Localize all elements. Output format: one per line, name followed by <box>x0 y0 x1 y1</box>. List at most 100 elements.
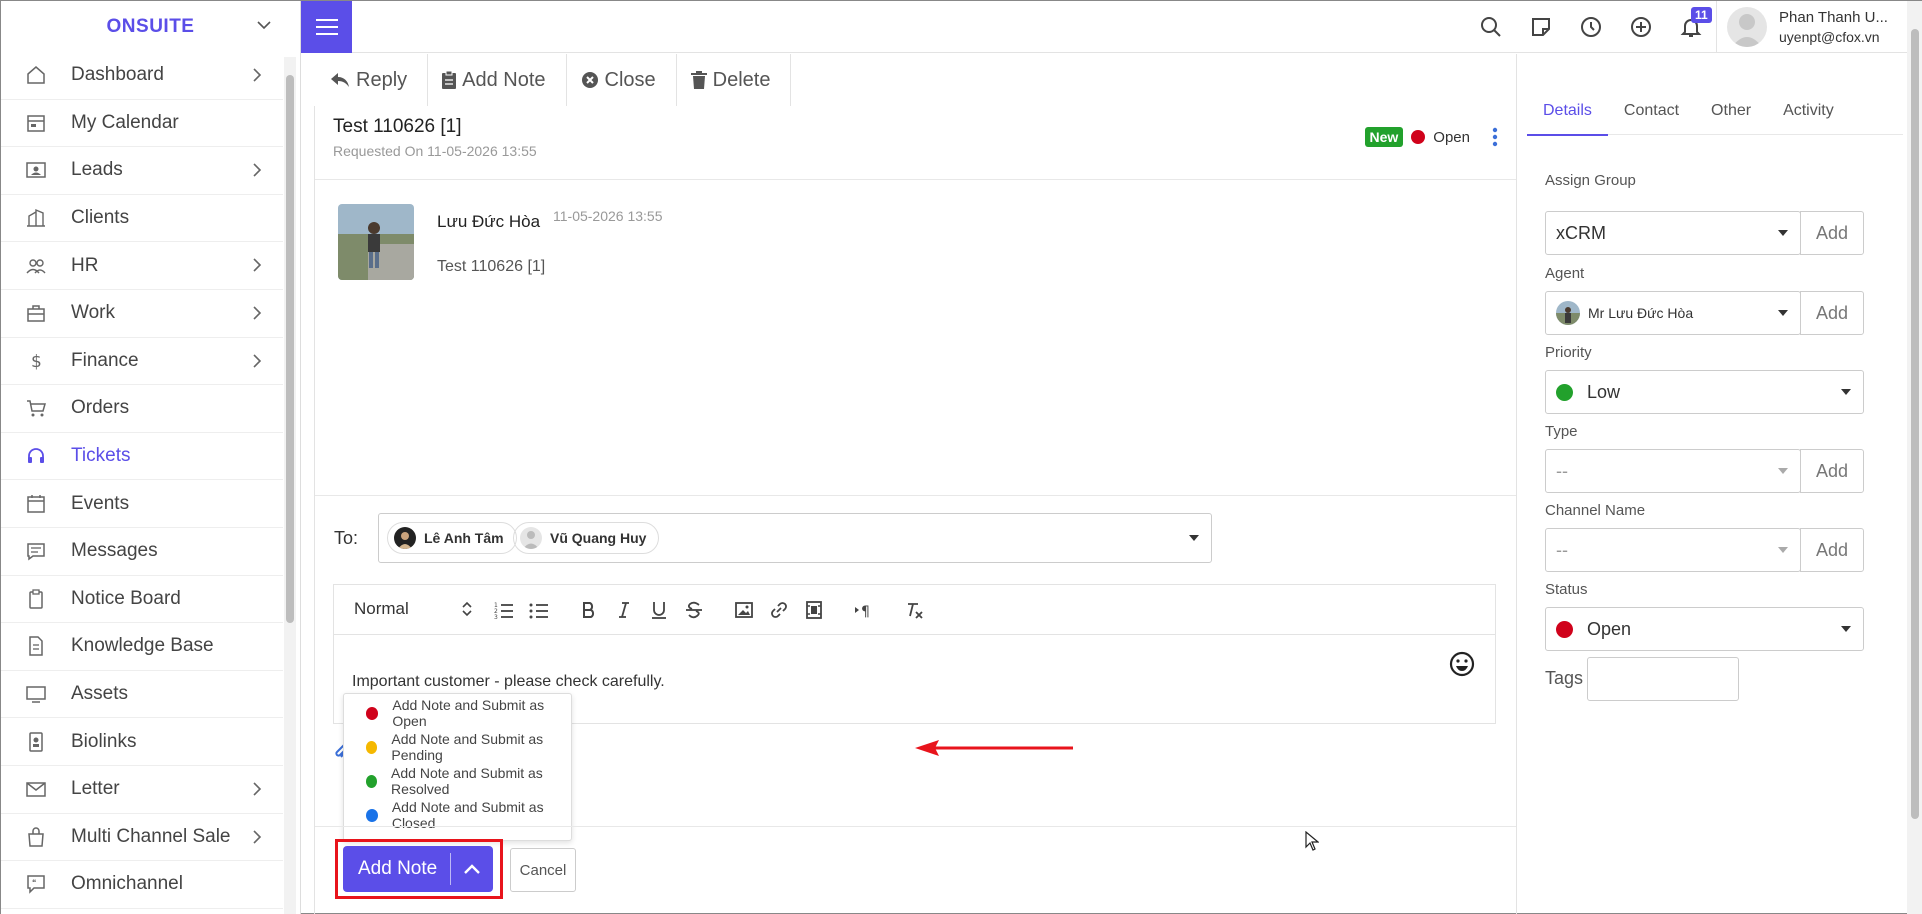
channel-name-select[interactable]: -- <box>1545 528 1801 572</box>
tab-details[interactable]: Details <box>1527 102 1608 136</box>
add-note-split-button[interactable]: Add Note <box>343 846 493 892</box>
add-note-toolbar-button[interactable]: Add Note <box>428 54 567 106</box>
sidebar-item-clients[interactable]: Clients <box>1 195 283 243</box>
video-icon[interactable] <box>804 600 824 620</box>
priority-select[interactable]: Low <box>1545 370 1864 414</box>
message-body: Test 110626 [1] <box>437 258 546 275</box>
add-agent-button[interactable]: Add <box>1800 291 1864 335</box>
add-note-submit-button[interactable]: Add Note <box>358 858 450 880</box>
status-dot-resolved <box>366 774 378 788</box>
reply-button[interactable]: Reply <box>316 54 429 106</box>
sort-caret-icon[interactable] <box>462 601 472 617</box>
cancel-button[interactable]: Cancel <box>510 848 576 892</box>
sidebar-scrollbar[interactable] <box>284 57 296 914</box>
link-icon[interactable] <box>769 600 789 620</box>
recipient-chip[interactable]: Lê Anh Tâm <box>387 522 517 554</box>
menu-toggle-button[interactable] <box>301 1 352 53</box>
tags-input[interactable] <box>1587 657 1739 701</box>
tags-label: Tags <box>1545 668 1584 688</box>
sidebar-item-work[interactable]: Work <box>1 290 283 338</box>
tab-contact[interactable]: Contact <box>1608 102 1695 135</box>
sidebar-item-events[interactable]: Events <box>1 480 283 528</box>
sidebar-item-knowledge-base[interactable]: Knowledge Base <box>1 623 283 671</box>
tab-other[interactable]: Other <box>1695 102 1767 135</box>
ordered-list-icon[interactable]: 123 <box>494 600 514 620</box>
caret-down-icon[interactable] <box>1189 535 1199 541</box>
page-scrollbar[interactable] <box>1907 1 1922 914</box>
sidebar-item-hr[interactable]: HR <box>1 242 283 290</box>
status-select[interactable]: Open <box>1545 607 1864 651</box>
add-type-button[interactable]: Add <box>1800 449 1864 493</box>
assign-group-select[interactable]: xCRM <box>1545 211 1801 255</box>
sidebar-item-multi-channel-sale[interactable]: Multi Channel Sale <box>1 814 283 862</box>
page-scroll-thumb[interactable] <box>1911 29 1919 819</box>
sidebar-item-finance[interactable]: $ Finance <box>1 338 283 386</box>
add-note-label: Add Note <box>462 68 546 91</box>
tab-activity[interactable]: Activity <box>1767 102 1850 135</box>
add-channel-button[interactable]: Add <box>1800 528 1864 572</box>
bold-icon[interactable] <box>579 600 599 620</box>
add-note-options-toggle[interactable] <box>451 846 493 892</box>
search-icon[interactable] <box>1479 15 1503 39</box>
sidebar-scroll-thumb[interactable] <box>286 75 294 623</box>
type-select[interactable]: -- <box>1545 449 1801 493</box>
briefcase-icon <box>27 305 45 323</box>
caret-down-icon <box>1778 468 1788 474</box>
sidebar-item-assets[interactable]: Assets <box>1 671 283 719</box>
chevron-down-icon[interactable] <box>256 17 272 33</box>
sidebar-menu: Dashboard My Calendar Leads Clients HR W… <box>1 52 300 909</box>
details-panel: Details Contact Other Activity Assign Gr… <box>1516 54 1907 914</box>
divider <box>315 826 1517 827</box>
strikethrough-icon[interactable] <box>684 600 704 620</box>
bullet-list-icon[interactable] <box>529 600 549 620</box>
top-bar: 11 Phan Thanh U... uyenpt@cfox.vn <box>301 1 1907 53</box>
sidebar-item-leads[interactable]: Leads <box>1 147 283 195</box>
sidebar-item-dashboard[interactable]: Dashboard <box>1 52 283 100</box>
add-circle-icon[interactable] <box>1629 15 1653 39</box>
sidebar-item-messages[interactable]: Messages <box>1 528 283 576</box>
svg-text:❝: ❝ <box>32 878 36 887</box>
sidebar-item-label: Leads <box>71 159 123 181</box>
sidebar-item-orders[interactable]: Orders <box>1 385 283 433</box>
sticky-note-icon[interactable] <box>1529 15 1553 39</box>
close-label: Close <box>604 68 656 91</box>
emoji-icon[interactable] <box>1449 651 1475 677</box>
agent-select[interactable]: Mr Lưu Đức Hòa <box>1545 291 1801 335</box>
text-direction-icon[interactable]: ¶ <box>854 600 874 620</box>
svg-text:$: $ <box>31 352 42 372</box>
clock-icon[interactable] <box>1579 15 1603 39</box>
notification-badge: 11 <box>1691 7 1712 23</box>
recipient-chip[interactable]: Vũ Quang Huy <box>513 522 660 554</box>
italic-icon[interactable] <box>614 600 634 620</box>
clear-format-icon[interactable] <box>904 600 924 620</box>
users-icon <box>26 258 46 274</box>
ticket-requested-on: Requested On 11-05-2026 13:55 <box>333 143 537 159</box>
add-assign-group-button[interactable]: Add <box>1800 211 1864 255</box>
editor-content[interactable]: Important customer - please check carefu… <box>352 673 665 691</box>
submit-as-resolved-option[interactable]: Add Note and Submit as Resolved <box>344 764 573 798</box>
recipient-name: Lê Anh Tâm <box>424 530 504 546</box>
submit-as-pending-option[interactable]: Add Note and Submit as Pending <box>344 730 573 764</box>
recipients-select[interactable]: Lê Anh Tâm Vũ Quang Huy <box>378 513 1212 563</box>
sidebar: ONSUITE Dashboard My Calendar Leads Clie… <box>1 1 301 914</box>
image-icon[interactable] <box>734 600 754 620</box>
sidebar-item-biolinks[interactable]: Biolinks <box>1 718 283 766</box>
format-select[interactable]: Normal <box>354 599 409 619</box>
user-menu[interactable]: Phan Thanh U... uyenpt@cfox.vn <box>1716 1 1888 53</box>
sidebar-item-tickets[interactable]: Tickets <box>1 433 283 481</box>
sidebar-item-notice-board[interactable]: Notice Board <box>1 576 283 624</box>
quote-bubble-icon: ❝ <box>27 875 45 895</box>
sidebar-item-letter[interactable]: Letter <box>1 766 283 814</box>
sidebar-item-omnichannel[interactable]: ❝ Omnichannel <box>1 861 283 909</box>
sidebar-item-label: Assets <box>71 683 129 705</box>
sidebar-item-label: Notice Board <box>71 587 181 609</box>
underline-icon[interactable] <box>649 600 669 620</box>
sidebar-item-label: Multi Channel Sale <box>71 825 231 847</box>
status-dot-closed <box>366 808 378 822</box>
sidebar-item-my-calendar[interactable]: My Calendar <box>1 100 283 148</box>
submit-as-open-option[interactable]: Add Note and Submit as Open <box>344 696 573 730</box>
delete-ticket-button[interactable]: Delete <box>677 54 792 106</box>
close-ticket-button[interactable]: Close <box>567 54 677 106</box>
chevron-right-icon <box>253 68 262 82</box>
kebab-menu-icon[interactable] <box>1492 127 1498 147</box>
